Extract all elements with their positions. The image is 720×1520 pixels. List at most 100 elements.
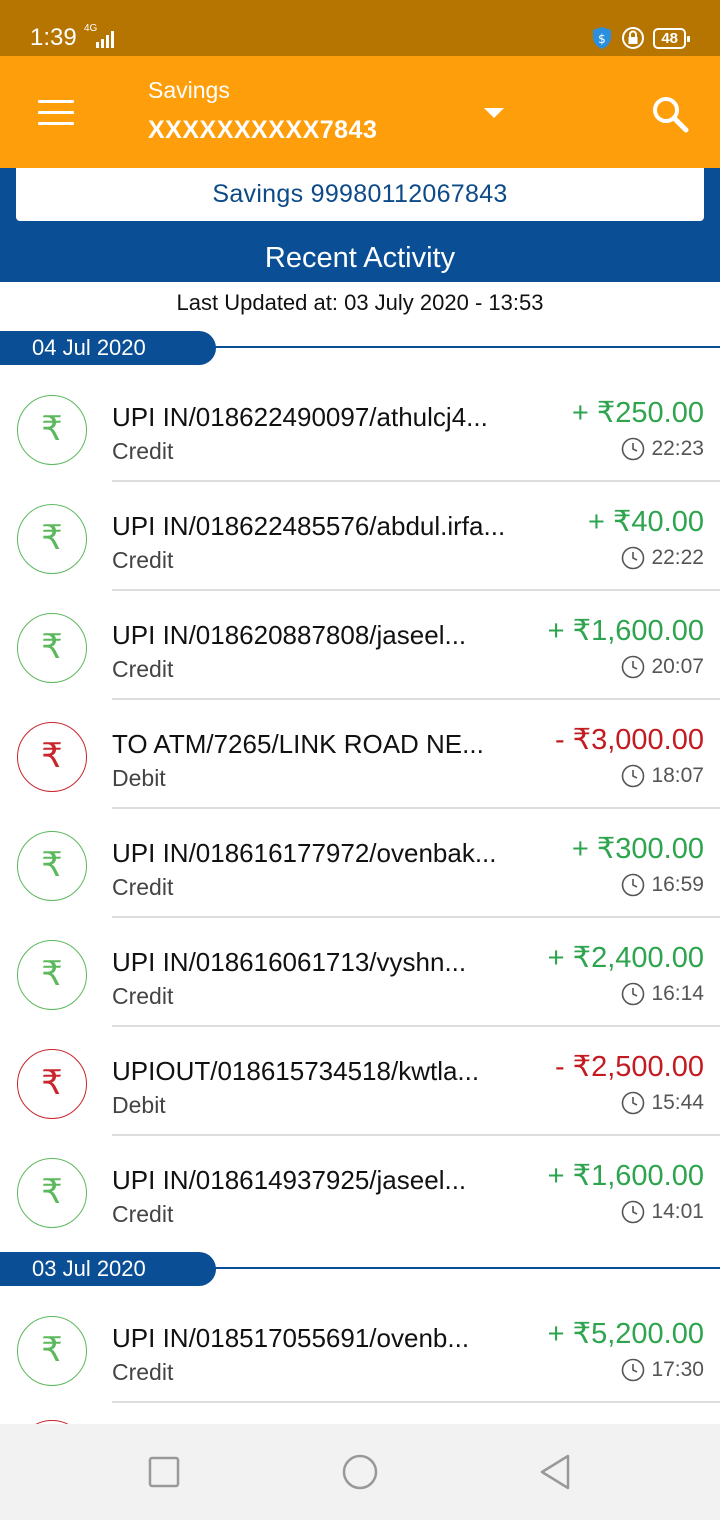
transaction-time-box: 18:07 bbox=[621, 762, 704, 790]
transaction-amount: + ₹5,200.00 bbox=[547, 1318, 704, 1350]
dropdown-caret-icon[interactable] bbox=[484, 108, 504, 118]
account-banner: Savings 99980112067843 Recent Activity bbox=[0, 168, 720, 282]
transaction-description: UPI IN/018620887808/jaseel... bbox=[112, 620, 467, 650]
clock-icon bbox=[622, 437, 645, 461]
date-header-line bbox=[214, 346, 720, 348]
transaction-amount: + ₹1,600.00 bbox=[547, 615, 704, 647]
transaction-row[interactable]: ₹ UPI IN/018622485576/abdul.irfa... Cred… bbox=[0, 482, 720, 591]
shield-dollar-icon: $ bbox=[593, 27, 612, 49]
transaction-time: 22:23 bbox=[651, 437, 704, 460]
transaction-amount: + ₹1,600.00 bbox=[547, 1160, 704, 1192]
transaction-amount: - ₹3,000.00 bbox=[554, 724, 704, 756]
transaction-description: TO ATM/7265/LINK ROAD NE... bbox=[112, 729, 484, 759]
rupee-credit-icon: ₹ bbox=[17, 831, 87, 901]
rupee-debit-icon: ₹ bbox=[17, 1049, 87, 1119]
transaction-time: 16:14 bbox=[651, 982, 704, 1005]
transaction-type: Credit bbox=[112, 983, 174, 1009]
transaction-row[interactable]: ₹ UPI IN/018620887808/jaseel... Credit +… bbox=[0, 591, 720, 700]
transaction-amount: - ₹2,500.00 bbox=[554, 1051, 704, 1083]
app-screen: 1:39 4G $ 48 Savings XXXXXXXXXX7843 Savi… bbox=[0, 0, 720, 1520]
clock-icon bbox=[622, 873, 645, 897]
clock-icon bbox=[622, 982, 645, 1006]
rupee-debit-icon: ₹ bbox=[17, 722, 87, 792]
recents-square-icon[interactable] bbox=[144, 1452, 184, 1492]
lock-icon bbox=[622, 27, 645, 49]
clock-icon bbox=[622, 655, 645, 679]
clock-icon bbox=[622, 764, 645, 788]
signal-icon bbox=[96, 31, 114, 48]
transaction-time-box: 17:30 bbox=[621, 1356, 704, 1384]
clock-icon bbox=[622, 1358, 645, 1382]
account-number-masked[interactable]: XXXXXXXXXX7843 bbox=[148, 115, 377, 145]
transaction-amount: + ₹2,400.00 bbox=[547, 942, 704, 974]
status-icons: $ 48 bbox=[591, 25, 690, 51]
clock-icon bbox=[622, 1091, 645, 1115]
menu-icon[interactable] bbox=[38, 100, 74, 126]
last-updated-text: Last Updated at: 03 July 2020 - 13:53 bbox=[176, 290, 544, 315]
system-nav-bar bbox=[0, 1424, 720, 1520]
date-header: 04 Jul 2020 bbox=[0, 331, 720, 365]
section-title: Recent Activity bbox=[264, 242, 456, 274]
transaction-amount: + ₹300.00 bbox=[571, 833, 704, 865]
transaction-description: UPI IN/018614937925/jaseel... bbox=[112, 1165, 467, 1195]
transaction-time: 22:22 bbox=[651, 546, 704, 569]
account-selector-card[interactable]: Savings 99980112067843 bbox=[16, 168, 704, 221]
rupee-credit-icon: ₹ bbox=[17, 940, 87, 1010]
transaction-row[interactable]: ₹ UPI IN/018517055691/ovenb... Credit + … bbox=[0, 1294, 720, 1403]
transaction-time: 20:07 bbox=[651, 655, 704, 678]
transaction-row[interactable]: ₹ UPI IN/018616061713/vyshn... Credit + … bbox=[0, 918, 720, 1027]
account-type-label: Savings bbox=[148, 77, 230, 103]
date-header: 03 Jul 2020 bbox=[0, 1252, 720, 1286]
transaction-type: Credit bbox=[112, 874, 174, 900]
transaction-time: 14:01 bbox=[651, 1200, 704, 1223]
account-card-label: Savings 99980112067843 bbox=[212, 180, 508, 208]
transaction-row[interactable]: ₹ UPI IN/018614937925/jaseel... Credit +… bbox=[0, 1136, 720, 1245]
transaction-time: 15:44 bbox=[651, 1091, 704, 1114]
search-icon[interactable] bbox=[650, 94, 690, 134]
home-circle-icon[interactable] bbox=[340, 1452, 380, 1492]
transaction-description: UPIOUT/018615734518/kwtla... bbox=[112, 1056, 480, 1086]
app-header: Savings XXXXXXXXXX7843 bbox=[0, 56, 720, 168]
transaction-time-box: 20:07 bbox=[621, 653, 704, 681]
date-header-label: 03 Jul 2020 bbox=[0, 1252, 216, 1286]
transaction-description: UPI IN/018616177972/ovenbak... bbox=[112, 838, 497, 868]
rupee-credit-icon: ₹ bbox=[17, 1316, 87, 1386]
rupee-credit-icon: ₹ bbox=[17, 613, 87, 683]
transaction-time: 17:30 bbox=[651, 1358, 704, 1381]
transaction-time: 18:07 bbox=[651, 764, 704, 787]
transaction-type: Credit bbox=[112, 547, 174, 573]
transaction-amount: + ₹40.00 bbox=[587, 506, 704, 538]
date-header-label: 04 Jul 2020 bbox=[0, 331, 216, 365]
transaction-description: UPI IN/018622485576/abdul.irfa... bbox=[112, 511, 506, 541]
transaction-amount: + ₹250.00 bbox=[571, 397, 704, 429]
clock-icon bbox=[622, 546, 645, 570]
battery-icon: 48 bbox=[653, 27, 690, 49]
svg-text:$: $ bbox=[598, 32, 606, 46]
transaction-type: Credit bbox=[112, 1359, 174, 1385]
transaction-row[interactable]: ₹ UPI IN/018622490097/athulcj4... Credit… bbox=[0, 373, 720, 482]
rupee-credit-icon: ₹ bbox=[17, 395, 87, 465]
back-triangle-icon[interactable] bbox=[536, 1452, 576, 1492]
transaction-type: Credit bbox=[112, 656, 174, 682]
transaction-type: Credit bbox=[112, 1201, 174, 1227]
rupee-credit-icon: ₹ bbox=[17, 1158, 87, 1228]
transaction-row[interactable]: ₹ TO ATM/7265/LINK ROAD NE... Debit - ₹3… bbox=[0, 700, 720, 809]
transaction-time-box: 16:59 bbox=[621, 871, 704, 899]
transaction-type: Debit bbox=[112, 1092, 166, 1118]
transaction-row[interactable]: ₹ UPI IN/018616177972/ovenbak... Credit … bbox=[0, 809, 720, 918]
transaction-time-box: 22:22 bbox=[621, 544, 704, 572]
transaction-time-box: 22:23 bbox=[621, 435, 704, 463]
transaction-type: Debit bbox=[112, 765, 166, 791]
transaction-type: Credit bbox=[112, 438, 174, 464]
transaction-row[interactable]: ₹ UPIOUT/018615734518/kwtla... Debit - ₹… bbox=[0, 1027, 720, 1136]
transaction-time-box: 14:01 bbox=[621, 1198, 704, 1226]
transaction-time: 16:59 bbox=[651, 873, 704, 896]
transaction-description: UPI IN/018616061713/vyshn... bbox=[112, 947, 467, 977]
transaction-description: UPI IN/018517055691/ovenb... bbox=[112, 1323, 470, 1353]
transaction-description: UPI IN/018622490097/athulcj4... bbox=[112, 402, 488, 432]
status-bar: 1:39 4G $ 48 bbox=[0, 0, 720, 56]
row-divider bbox=[112, 1401, 720, 1403]
transaction-time-box: 15:44 bbox=[621, 1089, 704, 1117]
status-time: 1:39 bbox=[30, 24, 77, 51]
date-header-line bbox=[214, 1267, 720, 1269]
